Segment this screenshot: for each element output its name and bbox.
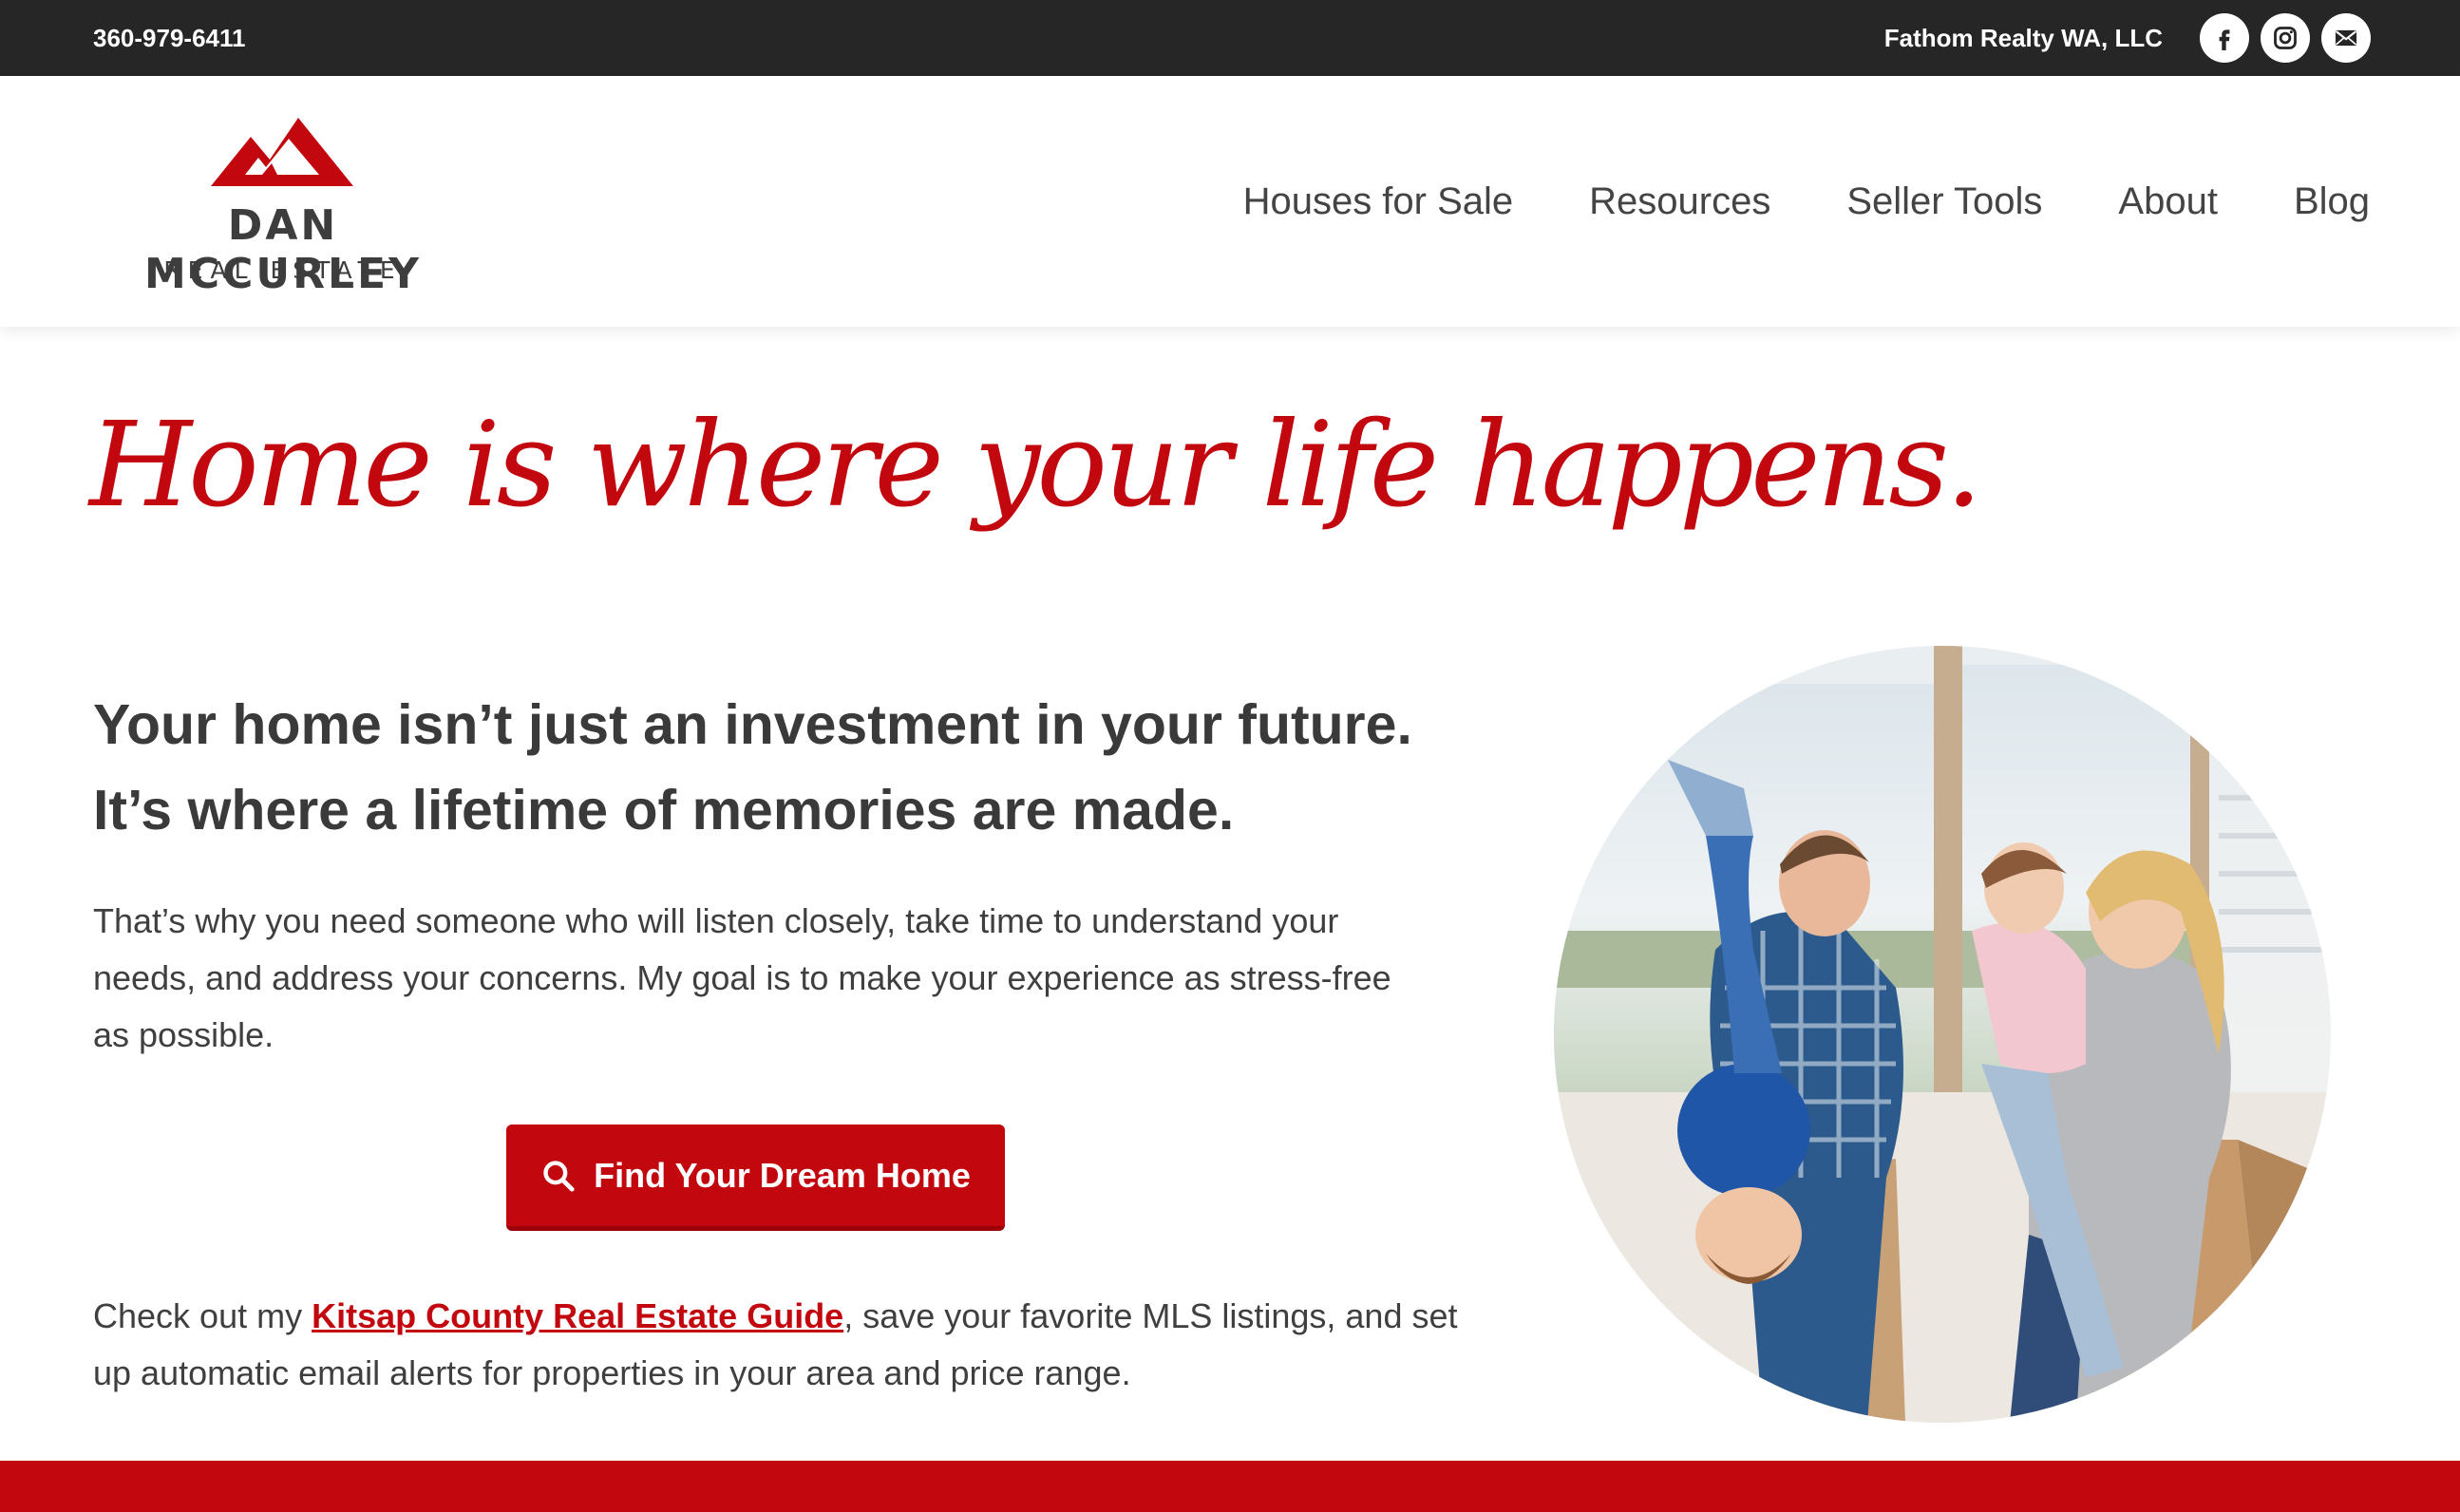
nav-about[interactable]: About	[2118, 180, 2218, 223]
email-icon[interactable]	[2321, 13, 2371, 63]
subheadline-line-1: Your home isn’t just an investment in yo…	[93, 693, 1412, 756]
social-links	[2200, 13, 2371, 63]
nav-resources[interactable]: Resources	[1589, 180, 1770, 223]
site-header: DAN MCCURLEY REAL ESTATE Houses for Sale…	[0, 76, 2460, 327]
cta-label: Find Your Dream Home	[594, 1155, 971, 1195]
facebook-icon[interactable]	[2200, 13, 2249, 63]
bottom-color-band	[0, 1461, 2460, 1512]
top-bar: 360-979-6411 Fathom Realty WA, LLC	[0, 0, 2460, 76]
brokerage-name: Fathom Realty WA, LLC	[1883, 24, 2163, 52]
phone-link[interactable]: 360-979-6411	[93, 0, 245, 76]
hero-subheadline: Your home isn’t just an investment in yo…	[93, 682, 1480, 853]
search-icon	[543, 1160, 575, 1192]
find-dream-home-button[interactable]: Find Your Dream Home	[506, 1125, 1005, 1231]
family-photo	[1554, 646, 2331, 1423]
hero-headline: Home is where your life happens.	[89, 397, 1982, 534]
instagram-icon[interactable]	[2261, 13, 2310, 63]
subheadline-line-2: It’s where a lifetime of memories are ma…	[93, 779, 1235, 841]
mountain-logo-icon	[211, 118, 353, 186]
hero-body-text: That’s why you need someone who will lis…	[93, 901, 1391, 1054]
site-logo[interactable]: DAN MCCURLEY REAL ESTATE	[91, 108, 481, 298]
nav-seller-tools[interactable]: Seller Tools	[1846, 180, 2042, 223]
main-nav: Houses for Sale Resources Seller Tools A…	[1243, 76, 2370, 327]
kitsap-guide-link[interactable]: Kitsap County Real Estate Guide	[312, 1296, 843, 1335]
nav-blog[interactable]: Blog	[2294, 180, 2370, 223]
logo-subtitle: REAL ESTATE	[163, 256, 403, 284]
guide-paragraph: Check out my Kitsap County Real Estate G…	[93, 1288, 1461, 1402]
guide-prefix: Check out my	[93, 1296, 312, 1335]
nav-houses-for-sale[interactable]: Houses for Sale	[1243, 180, 1514, 223]
